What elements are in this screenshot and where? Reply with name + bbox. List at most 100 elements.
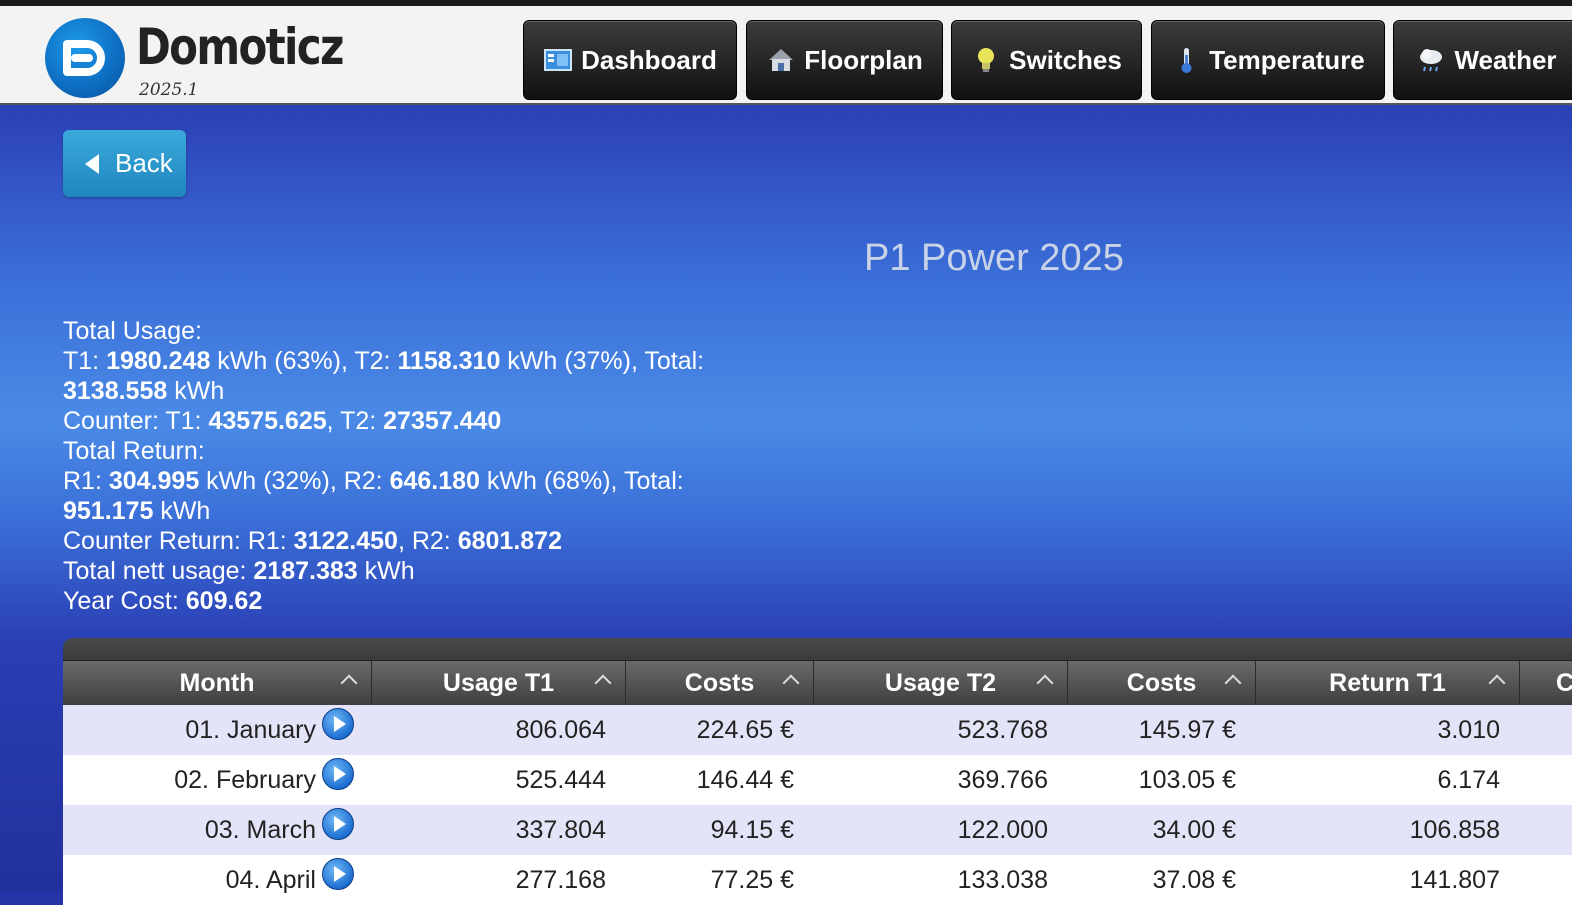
column-header-usage-t1[interactable]: Usage T1 bbox=[372, 661, 626, 705]
sort-icon bbox=[1488, 674, 1506, 692]
year-cost-label: Year Cost: bbox=[63, 587, 186, 615]
dashboard-icon bbox=[543, 45, 573, 75]
sort-icon bbox=[1224, 674, 1242, 692]
column-header-return-t1[interactable]: Return T1 bbox=[1256, 661, 1520, 705]
counter-r2-value: 6801.872 bbox=[457, 527, 562, 555]
sort-icon bbox=[340, 674, 358, 692]
thermometer-icon bbox=[1171, 45, 1201, 75]
column-header-label: C bbox=[1556, 668, 1572, 697]
counter-label: Counter: T1: bbox=[63, 407, 209, 435]
nav-weather-button[interactable]: Weather bbox=[1393, 20, 1572, 100]
usage-t1-cell: 525.444 bbox=[515, 765, 606, 794]
usage-t2-cell: 523.768 bbox=[957, 715, 1048, 744]
t1-label: T1: bbox=[63, 347, 107, 375]
version-label: 2025.1 bbox=[139, 80, 199, 100]
nav-weather-label: Weather bbox=[1454, 44, 1557, 75]
return-t1-cell: 106.858 bbox=[1409, 815, 1500, 844]
sort-icon bbox=[1036, 674, 1054, 692]
counter-line: Counter: T1: 43575.625, T2: 27357.440 bbox=[63, 406, 763, 436]
costs-t2-cell: 145.97 € bbox=[1138, 715, 1236, 744]
usage-summary: Total Usage: T1: 1980.248 kWh (63%), T2:… bbox=[63, 316, 763, 616]
domoticz-logo-icon[interactable] bbox=[45, 18, 125, 98]
table-header: Month Usage T1 Costs Usage T2 Costs Retu… bbox=[63, 660, 1572, 705]
usage-total-value: 3138.558 bbox=[63, 377, 168, 405]
costs-t2-cell: 103.05 € bbox=[1138, 765, 1236, 794]
counter-t2-value: 27357.440 bbox=[383, 407, 502, 435]
column-header-label: Costs bbox=[684, 668, 755, 697]
nav-floorplan-button[interactable]: Floorplan bbox=[746, 20, 943, 100]
return-line: R1: 304.995 kWh (32%), R2: 646.180 kWh (… bbox=[63, 466, 763, 496]
t1-value: 1980.248 bbox=[106, 347, 211, 375]
usage-total-line: 3138.558 kWh bbox=[63, 376, 763, 406]
column-header-month[interactable]: Month bbox=[63, 661, 372, 705]
nav-temperature-label: Temperature bbox=[1209, 44, 1365, 75]
column-header-label: Usage T2 bbox=[884, 668, 997, 697]
usage-t1-cell: 806.064 bbox=[515, 715, 606, 744]
month-cell: 03. March bbox=[63, 805, 372, 855]
column-header-costs-t2[interactable]: Costs bbox=[1068, 661, 1256, 705]
month-cell: 02. February bbox=[63, 755, 372, 805]
usage-t2-cell: 133.038 bbox=[957, 865, 1048, 894]
r1-suffix: kWh (32%), R2: bbox=[199, 467, 390, 495]
costs-t2-cell: 37.08 € bbox=[1152, 865, 1236, 894]
return-total-line: 951.175 kWh bbox=[63, 496, 763, 526]
r2-suffix: kWh (68%), Total: bbox=[479, 467, 684, 495]
column-header-label: Month bbox=[179, 668, 255, 697]
column-header-label: Costs bbox=[1126, 668, 1197, 697]
column-header-costs-r1[interactable]: C bbox=[1520, 661, 1572, 705]
usage-t2-cell: 122.000 bbox=[957, 815, 1048, 844]
month-cell: 04. April bbox=[63, 855, 372, 905]
usage-t1-cell: 337.804 bbox=[515, 815, 606, 844]
app-header: Domoticz 2025.1 Dashboard Floorplan Swit… bbox=[0, 6, 1572, 105]
counter-r2-label: , R2: bbox=[397, 527, 458, 555]
costs-t1-cell: 224.65 € bbox=[696, 715, 794, 744]
column-header-costs-t1[interactable]: Costs bbox=[626, 661, 814, 705]
nav-switches-button[interactable]: Switches bbox=[951, 20, 1142, 100]
back-button[interactable]: Back bbox=[63, 130, 186, 197]
nett-usage-label: Total nett usage: bbox=[63, 557, 254, 585]
month-label: 04. April bbox=[225, 865, 316, 894]
nav-floorplan-label: Floorplan bbox=[804, 44, 923, 75]
usage-total-unit: kWh bbox=[167, 377, 225, 405]
play-detail-icon[interactable] bbox=[322, 708, 354, 740]
column-header-label: Usage T1 bbox=[442, 668, 555, 697]
month-cell: 01. January bbox=[63, 705, 372, 755]
nav-dashboard-button[interactable]: Dashboard bbox=[523, 20, 737, 100]
costs-t1-cell: 94.15 € bbox=[710, 815, 794, 844]
play-detail-icon[interactable] bbox=[322, 858, 354, 890]
table-row: 03. March 337.804 94.15 € 122.000 34.00 … bbox=[63, 805, 1572, 855]
play-detail-icon[interactable] bbox=[322, 758, 354, 790]
usage-t2-cell: 369.766 bbox=[957, 765, 1048, 794]
costs-t1-cell: 146.44 € bbox=[696, 765, 794, 794]
table-row: 02. February 525.444 146.44 € 369.766 10… bbox=[63, 755, 1572, 805]
play-detail-icon[interactable] bbox=[322, 808, 354, 840]
sort-icon bbox=[782, 674, 800, 692]
back-arrow-icon bbox=[85, 153, 99, 174]
nett-usage-line: Total nett usage: 2187.383 kWh bbox=[63, 556, 763, 586]
year-cost-value: 609.62 bbox=[185, 587, 263, 615]
nett-usage-value: 2187.383 bbox=[253, 557, 358, 585]
nav-temperature-button[interactable]: Temperature bbox=[1151, 20, 1385, 100]
table-row: 04. April 277.168 77.25 € 133.038 37.08 … bbox=[63, 855, 1572, 905]
counter-t1-value: 43575.625 bbox=[208, 407, 327, 435]
usage-t1-cell: 277.168 bbox=[515, 865, 606, 894]
lightbulb-icon bbox=[971, 45, 1001, 75]
return-t1-cell: 3.010 bbox=[1437, 715, 1500, 744]
year-cost-line: Year Cost: 609.62 bbox=[63, 586, 763, 616]
column-header-usage-t2[interactable]: Usage T2 bbox=[814, 661, 1068, 705]
costs-t1-cell: 77.25 € bbox=[710, 865, 794, 894]
sort-icon bbox=[594, 674, 612, 692]
counter-r1-value: 3122.450 bbox=[293, 527, 398, 555]
return-t1-cell: 6.174 bbox=[1437, 765, 1500, 794]
total-return-heading: Total Return: bbox=[63, 437, 205, 465]
month-label: 03. March bbox=[204, 815, 316, 844]
back-label: Back bbox=[115, 148, 173, 178]
t2-value: 1158.310 bbox=[397, 347, 501, 375]
return-total-value: 951.175 bbox=[63, 497, 154, 525]
counter-return-line: Counter Return: R1: 3122.450, R2: 6801.8… bbox=[63, 526, 763, 556]
column-header-label: Return T1 bbox=[1329, 668, 1446, 697]
brand-name: Domoticz bbox=[136, 18, 344, 76]
usage-line: T1: 1980.248 kWh (63%), T2: 1158.310 kWh… bbox=[63, 346, 763, 376]
rain-cloud-icon bbox=[1416, 45, 1446, 75]
costs-t2-cell: 34.00 € bbox=[1152, 815, 1236, 844]
